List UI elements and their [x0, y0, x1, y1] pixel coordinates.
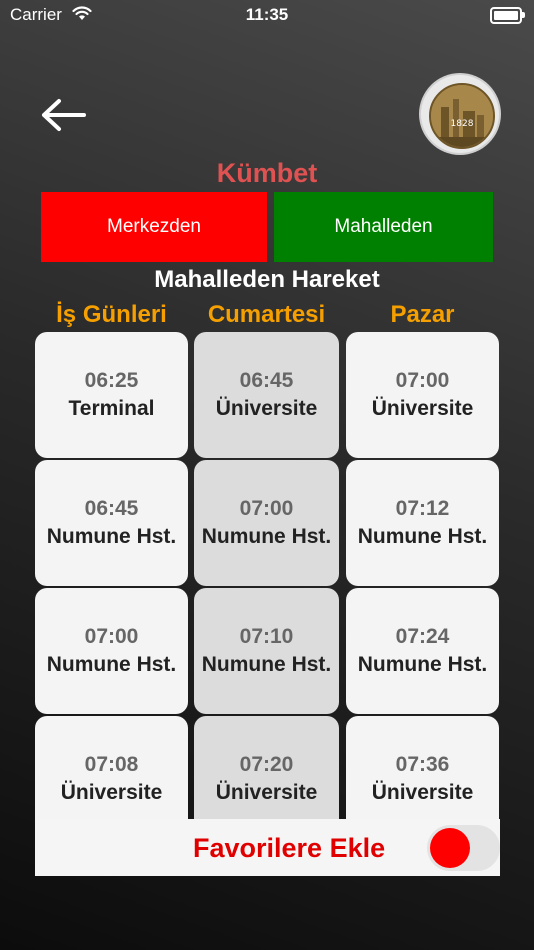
from-center-label: Merkezden — [107, 216, 201, 237]
schedule-card-weekday: 06:25 Terminal — [35, 332, 188, 458]
schedule-card-sunday: 07:24 Numune Hst. — [346, 588, 499, 714]
back-button[interactable] — [40, 95, 90, 135]
schedule-card-saturday: 07:00 Numune Hst. — [194, 460, 339, 586]
tab-saturday[interactable]: Cumartesi — [189, 301, 344, 329]
departure-stop: Numune Hst. — [46, 525, 177, 548]
departure-stop: Numune Hst. — [357, 653, 488, 676]
clock: 11:35 — [245, 5, 289, 24]
departure-stop: Numune Hst. — [357, 525, 488, 548]
from-district-button[interactable]: Mahalleden — [274, 192, 493, 262]
departure-stop: Numune Hst. — [46, 653, 177, 676]
schedule-card-weekday: 06:45 Numune Hst. — [35, 460, 188, 586]
departure-time: 06:45 — [239, 369, 294, 392]
departure-stop: Üniversite — [371, 781, 474, 804]
battery-icon — [490, 7, 525, 24]
toggle-knob — [430, 828, 470, 868]
departure-time: 07:36 — [395, 753, 450, 776]
departure-time: 07:00 — [395, 369, 450, 392]
logo-year: 1828 — [450, 119, 474, 129]
departure-time: 06:45 — [84, 497, 139, 520]
departure-stop: Üniversite — [60, 781, 163, 804]
departure-stop: Numune Hst. — [201, 525, 332, 548]
departure-time: 06:25 — [84, 369, 139, 392]
from-center-button[interactable]: Merkezden — [41, 192, 267, 262]
departure-stop: Üniversite — [215, 397, 318, 420]
castle-emblem-icon — [431, 85, 493, 147]
tab-sunday[interactable]: Pazar — [345, 301, 500, 329]
from-district-label: Mahalleden — [334, 216, 433, 237]
tab-weekdays[interactable]: İş Günleri — [34, 301, 189, 329]
schedule-card-sunday: 07:12 Numune Hst. — [346, 460, 499, 586]
departure-time: 07:08 — [84, 753, 139, 776]
departure-time: 07:10 — [239, 625, 294, 648]
departure-stop: Üniversite — [215, 781, 318, 804]
departure-time: 07:00 — [239, 497, 294, 520]
municipality-logo: 1828 — [421, 75, 499, 153]
page-title: Kümbet — [216, 158, 318, 188]
departure-time: 07:12 — [395, 497, 450, 520]
departure-time: 07:24 — [395, 625, 450, 648]
schedule-subtitle: Mahalleden Hareket — [154, 266, 380, 293]
departure-stop: Üniversite — [371, 397, 474, 420]
departure-stop: Numune Hst. — [201, 653, 332, 676]
schedule-card-weekday: 07:00 Numune Hst. — [35, 588, 188, 714]
favorite-toggle[interactable] — [427, 825, 500, 871]
departure-time: 07:00 — [84, 625, 139, 648]
back-arrow-icon — [42, 99, 86, 131]
status-bar: Carrier 11:35 — [0, 0, 534, 30]
departure-stop: Terminal — [68, 397, 155, 420]
schedule-card-sunday: 07:00 Üniversite — [346, 332, 499, 458]
schedule-card-saturday: 06:45 Üniversite — [194, 332, 339, 458]
schedule-card-saturday: 07:10 Numune Hst. — [194, 588, 339, 714]
departure-time: 07:20 — [239, 753, 294, 776]
favorite-label: Favorilere Ekle — [193, 833, 386, 863]
